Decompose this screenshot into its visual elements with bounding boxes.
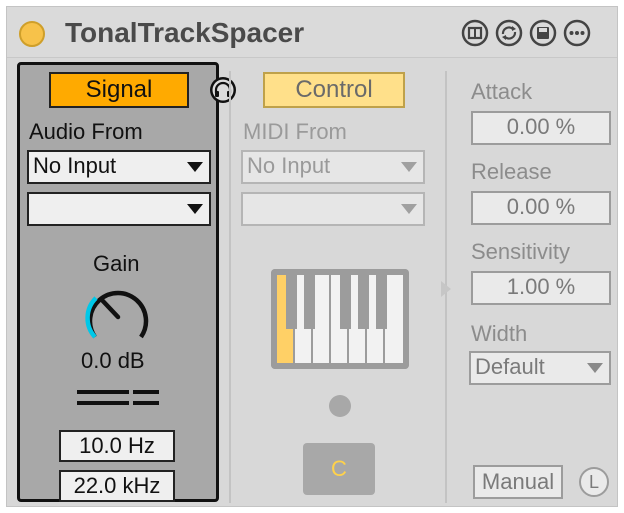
filter-bars-icon (77, 390, 159, 405)
attack-label: Attack (471, 79, 533, 104)
midi-from-label: MIDI From (243, 119, 347, 144)
control-tab-button[interactable]: Control (263, 72, 405, 108)
more-options-icon[interactable] (563, 19, 591, 47)
midi-channel-select[interactable] (241, 192, 425, 226)
manual-button[interactable]: Manual (473, 465, 563, 499)
low-frequency-box[interactable]: 10.0 Hz (59, 430, 175, 462)
high-frequency-box[interactable]: 22.0 kHz (59, 470, 175, 502)
panel-divider (229, 71, 231, 503)
signal-tab-button[interactable]: Signal (49, 72, 189, 108)
chevron-down-icon (401, 162, 417, 172)
expand-triangle-icon[interactable] (441, 281, 451, 297)
l-button[interactable]: L (579, 467, 609, 497)
width-select[interactable]: Default (469, 351, 611, 385)
device-power-toggle[interactable] (19, 21, 45, 47)
chevron-down-icon (401, 204, 417, 214)
audio-from-select[interactable]: No Input (27, 150, 211, 184)
gain-label: Gain (93, 251, 140, 276)
device-panel: TonalTrackSpacer Signal Audio From No In… (6, 6, 618, 507)
chevron-down-icon (187, 162, 203, 172)
note-c-button[interactable]: C (303, 443, 375, 495)
headphone-icon[interactable] (209, 76, 237, 104)
audio-from-value: No Input (33, 153, 117, 178)
width-label: Width (471, 321, 528, 346)
chevron-down-icon (187, 204, 203, 214)
device-title: TonalTrackSpacer (65, 17, 305, 48)
width-value: Default (475, 354, 545, 379)
attack-value[interactable]: 0.00 % (471, 111, 611, 145)
midi-activity-led (329, 395, 351, 417)
midi-from-select[interactable]: No Input (241, 150, 425, 184)
chevron-down-icon (587, 363, 603, 373)
sensitivity-value[interactable]: 1.00 % (471, 271, 611, 305)
midi-from-value: No Input (247, 153, 331, 178)
audio-channel-select[interactable] (27, 192, 211, 226)
save-preset-icon[interactable] (529, 19, 557, 47)
hot-swap-icon[interactable] (495, 19, 523, 47)
view-toggle-icon[interactable] (461, 19, 489, 47)
gain-value: 0.0 dB (81, 348, 145, 373)
audio-from-label: Audio From (29, 119, 143, 144)
title-bar: TonalTrackSpacer (7, 7, 617, 58)
gain-knob[interactable] (81, 279, 155, 349)
release-label: Release (471, 159, 552, 184)
sensitivity-label: Sensitivity (471, 239, 571, 264)
piano-keyboard-icon (271, 269, 409, 369)
release-value[interactable]: 0.00 % (471, 191, 611, 225)
